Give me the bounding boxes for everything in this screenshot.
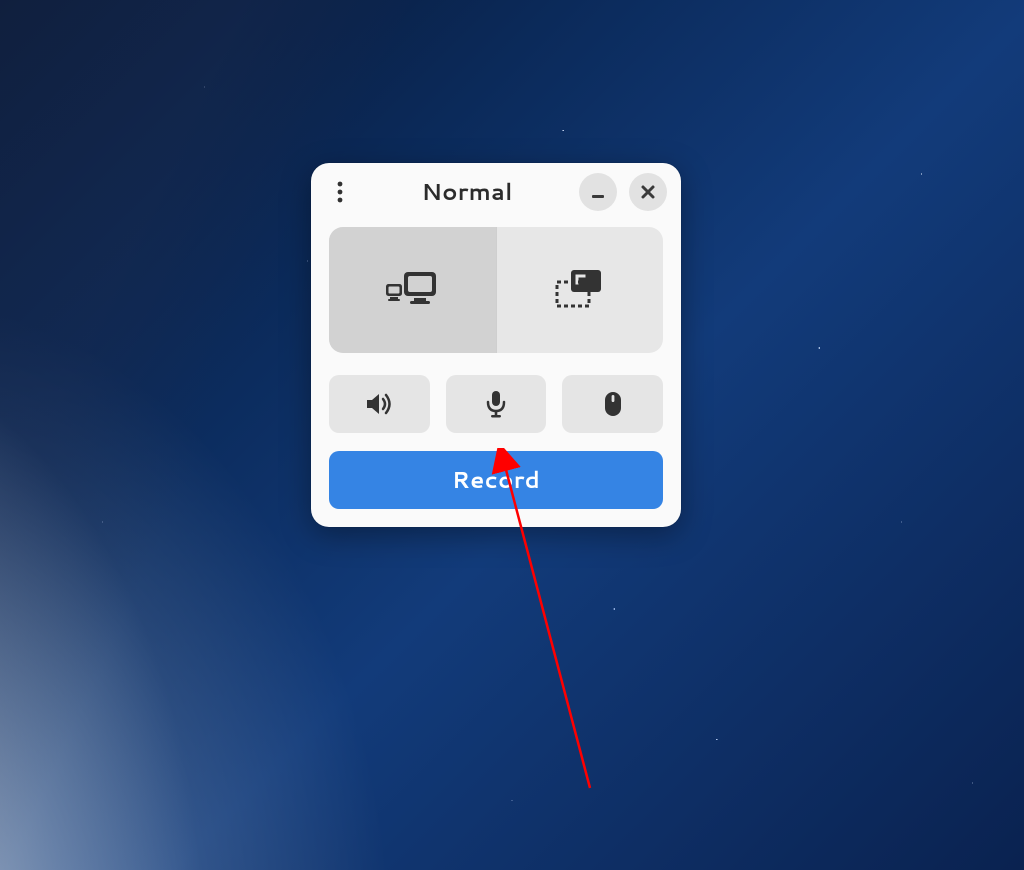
screen-capture-icon [380,266,444,314]
window-controls [579,173,667,211]
screen-recorder-window: Normal [311,163,681,527]
desktop-wallpaper: Normal [0,0,1024,870]
minimize-icon [590,184,606,200]
option-row [329,375,663,433]
record-button[interactable]: Record [329,451,663,509]
mouse-icon [603,390,623,418]
record-sound-button[interactable] [329,375,430,433]
close-button[interactable] [629,173,667,211]
capture-screen-button[interactable] [329,227,496,353]
window-title: Normal [355,176,579,208]
titlebar: Normal [311,163,681,221]
kebab-icon [337,180,343,204]
show-pointer-button[interactable] [562,375,663,433]
capture-selection-button[interactable] [497,227,664,353]
record-microphone-button[interactable] [446,375,547,433]
close-icon [640,184,656,200]
capture-mode-selector [329,227,663,353]
record-button-label: Record [452,464,540,496]
microphone-icon [485,390,507,418]
selection-capture-icon [551,266,609,314]
speaker-icon [364,391,394,417]
minimize-button[interactable] [579,173,617,211]
menu-button[interactable] [325,172,355,212]
